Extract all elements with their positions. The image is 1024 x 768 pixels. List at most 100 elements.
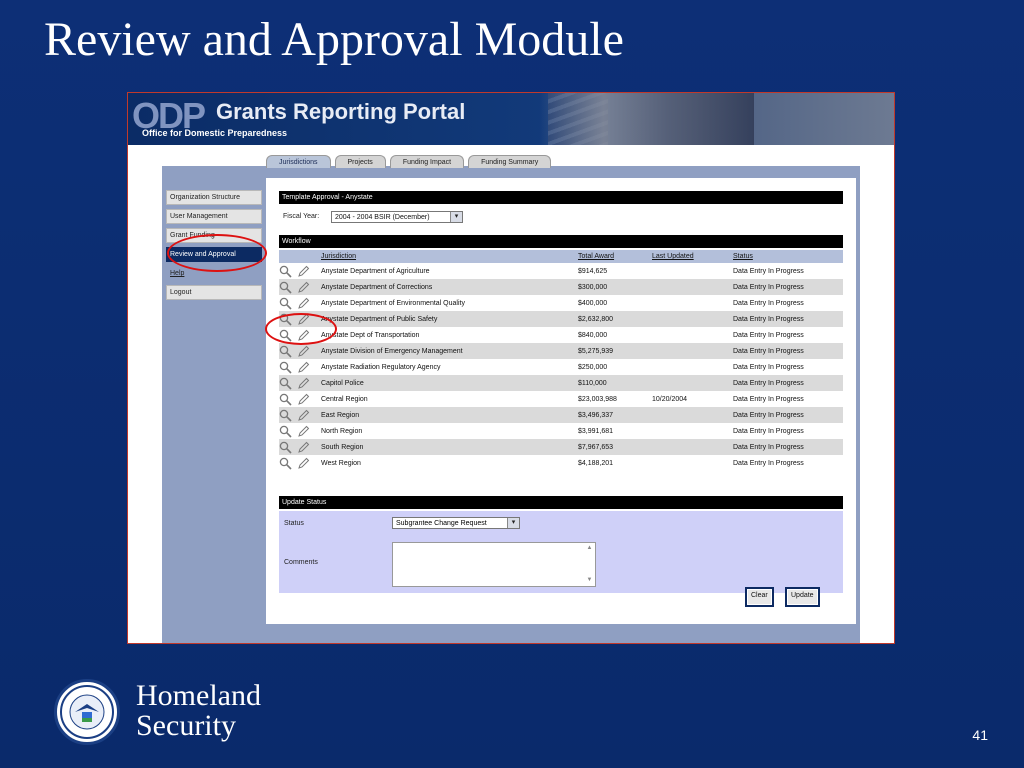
magnifier-icon[interactable] (279, 441, 292, 454)
cell-status[interactable]: Data Entry In Progress (730, 407, 843, 423)
col-total-award[interactable]: Total Award (575, 250, 649, 263)
magnifier-icon[interactable] (279, 281, 292, 294)
table-row[interactable]: North Region $3,991,681 Data Entry In Prog… (279, 423, 843, 439)
cell-status[interactable]: Data Entry In Progress (730, 391, 843, 407)
table-row[interactable]: Anystate Dept of Transportation $840,000 D… (279, 327, 843, 343)
cell-total-award: $4,188,201 (578, 459, 614, 467)
update-button[interactable]: Update (785, 587, 820, 607)
table-row[interactable]: Anystate Department of Environmental Qua… (279, 295, 843, 311)
banner-photo (539, 93, 754, 145)
status-select[interactable]: Subgrantee Change Request ▾ (392, 517, 520, 529)
table-row[interactable]: South Region $7,967,653 Data Entry In Prog… (279, 439, 843, 455)
row-actions (279, 279, 318, 295)
magnifier-icon[interactable] (279, 409, 292, 422)
table-row[interactable]: West Region $4,188,201 Data Entry In Progr… (279, 455, 843, 471)
tab-jurisdictions[interactable]: Jurisdictions (266, 155, 331, 168)
cell-total-award: $3,496,337 (575, 407, 649, 423)
cell-status[interactable]: Data Entry In Progress (730, 455, 843, 471)
pencil-icon[interactable] (297, 393, 310, 406)
update-status-panel: Status Subgrantee Change Request ▾ Comme… (279, 511, 843, 593)
pencil-icon[interactable] (297, 441, 310, 454)
table-row[interactable]: Capitol Police $110,000 Data Entry In Prog… (279, 375, 843, 391)
pencil-icon[interactable] (297, 281, 310, 294)
magnifier-icon[interactable] (279, 297, 292, 310)
sidebar-item-organization-structure[interactable]: Organization Structure (166, 190, 262, 205)
pencil-icon[interactable] (297, 457, 310, 470)
cell-status[interactable]: Data Entry In Progress (730, 263, 843, 279)
col-status[interactable]: Status (730, 250, 843, 263)
pencil-icon[interactable] (297, 361, 310, 374)
col-last-updated[interactable]: Last Updated (649, 250, 730, 263)
row-actions (279, 359, 318, 375)
scroll-up-icon[interactable]: ▲ (585, 544, 594, 553)
chevron-down-icon[interactable]: ▾ (450, 212, 462, 222)
cell-last-updated (649, 295, 730, 311)
cell-status[interactable]: Data Entry In Progress (730, 327, 843, 343)
highlight-ring-row-icons (265, 313, 337, 345)
pencil-icon[interactable] (297, 409, 310, 422)
clear-button[interactable]: Clear (745, 587, 774, 607)
fiscal-year-value: 2004 - 2004 BSIR (December) (335, 214, 430, 221)
cell-status[interactable]: Data Entry In Progress (730, 343, 843, 359)
col-jurisdiction[interactable]: Jurisdiction (318, 250, 575, 263)
magnifier-icon[interactable] (279, 457, 292, 470)
magnifier-icon[interactable] (279, 393, 292, 406)
chevron-down-icon[interactable]: ▾ (507, 518, 519, 528)
table-row[interactable]: Anystate Department of Public Safety $2,6… (279, 311, 843, 327)
cell-last-updated (649, 343, 730, 359)
page-number: 41 (972, 727, 988, 743)
magnifier-icon[interactable] (279, 345, 292, 358)
cell-status[interactable]: Data Entry In Progress (730, 439, 843, 455)
magnifier-icon[interactable] (279, 377, 292, 390)
table-row[interactable]: Anystate Radiation Regulatory Agency $250… (279, 359, 843, 375)
pencil-icon[interactable] (297, 297, 310, 310)
cell-status[interactable]: Data Entry In Progress (730, 359, 843, 375)
cell-total-award: $840,000 (578, 331, 608, 339)
table-row[interactable]: Anystate Department of Agriculture $914,6… (279, 263, 843, 279)
cell-jurisdiction: Anystate Dept of Transportation (321, 331, 420, 339)
cell-total-award: $23,003,988 (578, 395, 617, 403)
table-row[interactable]: Anystate Department of Corrections $300,0… (279, 279, 843, 295)
pencil-icon[interactable] (297, 265, 310, 278)
table-row[interactable]: Anystate Division of Emergency Managemen… (279, 343, 843, 359)
cell-status[interactable]: Data Entry In Progress (730, 295, 843, 311)
cell-status[interactable]: Data Entry In Progress (730, 279, 843, 295)
pencil-icon[interactable] (297, 345, 310, 358)
cell-total-award: $300,000 (575, 279, 649, 295)
row-actions (279, 423, 318, 439)
table-row[interactable]: Central Region $23,003,988 10/20/2004 Data … (279, 391, 843, 407)
magnifier-icon[interactable] (279, 361, 292, 374)
portal-name: Grants Reporting Portal (216, 99, 466, 124)
cell-jurisdiction: Anystate Department of Agriculture (321, 267, 430, 275)
cell-jurisdiction: Anystate Radiation Regulatory Agency (321, 363, 441, 371)
cell-status[interactable]: Data Entry In Progress (730, 423, 843, 439)
cell-last-updated (649, 279, 730, 295)
tab-projects[interactable]: Projects (334, 155, 386, 168)
cell-last-updated (649, 407, 730, 423)
cell-jurisdiction: Central Region (321, 395, 368, 403)
cell-status[interactable]: Data Entry In Progress (730, 375, 843, 391)
magnifier-icon[interactable] (279, 425, 292, 438)
highlight-ring-review-approval (167, 234, 267, 272)
magnifier-icon[interactable] (279, 265, 292, 278)
cell-jurisdiction: North Region (321, 427, 363, 435)
tab-funding-impact[interactable]: Funding Impact (389, 155, 465, 168)
table-row[interactable]: East Region $3,496,337 Data Entry In Progr… (279, 407, 843, 423)
pencil-icon[interactable] (297, 377, 310, 390)
tab-funding-summary[interactable]: Funding Summary (468, 155, 552, 168)
cell-status[interactable]: Data Entry In Progress (730, 311, 843, 327)
fiscal-year-select[interactable]: 2004 - 2004 BSIR (December) ▾ (331, 211, 463, 223)
scroll-down-icon[interactable]: ▼ (585, 576, 594, 585)
main-content: Template Approval - Anystate Fiscal Year… (266, 178, 856, 624)
cell-total-award: $110,000 (575, 375, 649, 391)
pencil-icon[interactable] (297, 425, 310, 438)
cell-jurisdiction: South Region (318, 439, 575, 455)
cell-total-award: $250,000 (578, 363, 608, 371)
comments-field[interactable]: ▲ ▼ (392, 542, 596, 587)
sidebar-item-user-management[interactable]: User Management (166, 209, 262, 224)
brand-line-1: Homeland (136, 679, 261, 712)
main-tabs: Jurisdictions Projects Funding Impact Fu… (266, 155, 552, 168)
sidebar-item-logout[interactable]: Logout (166, 285, 262, 300)
cell-last-updated (649, 359, 730, 375)
status-label: Status (284, 520, 304, 527)
